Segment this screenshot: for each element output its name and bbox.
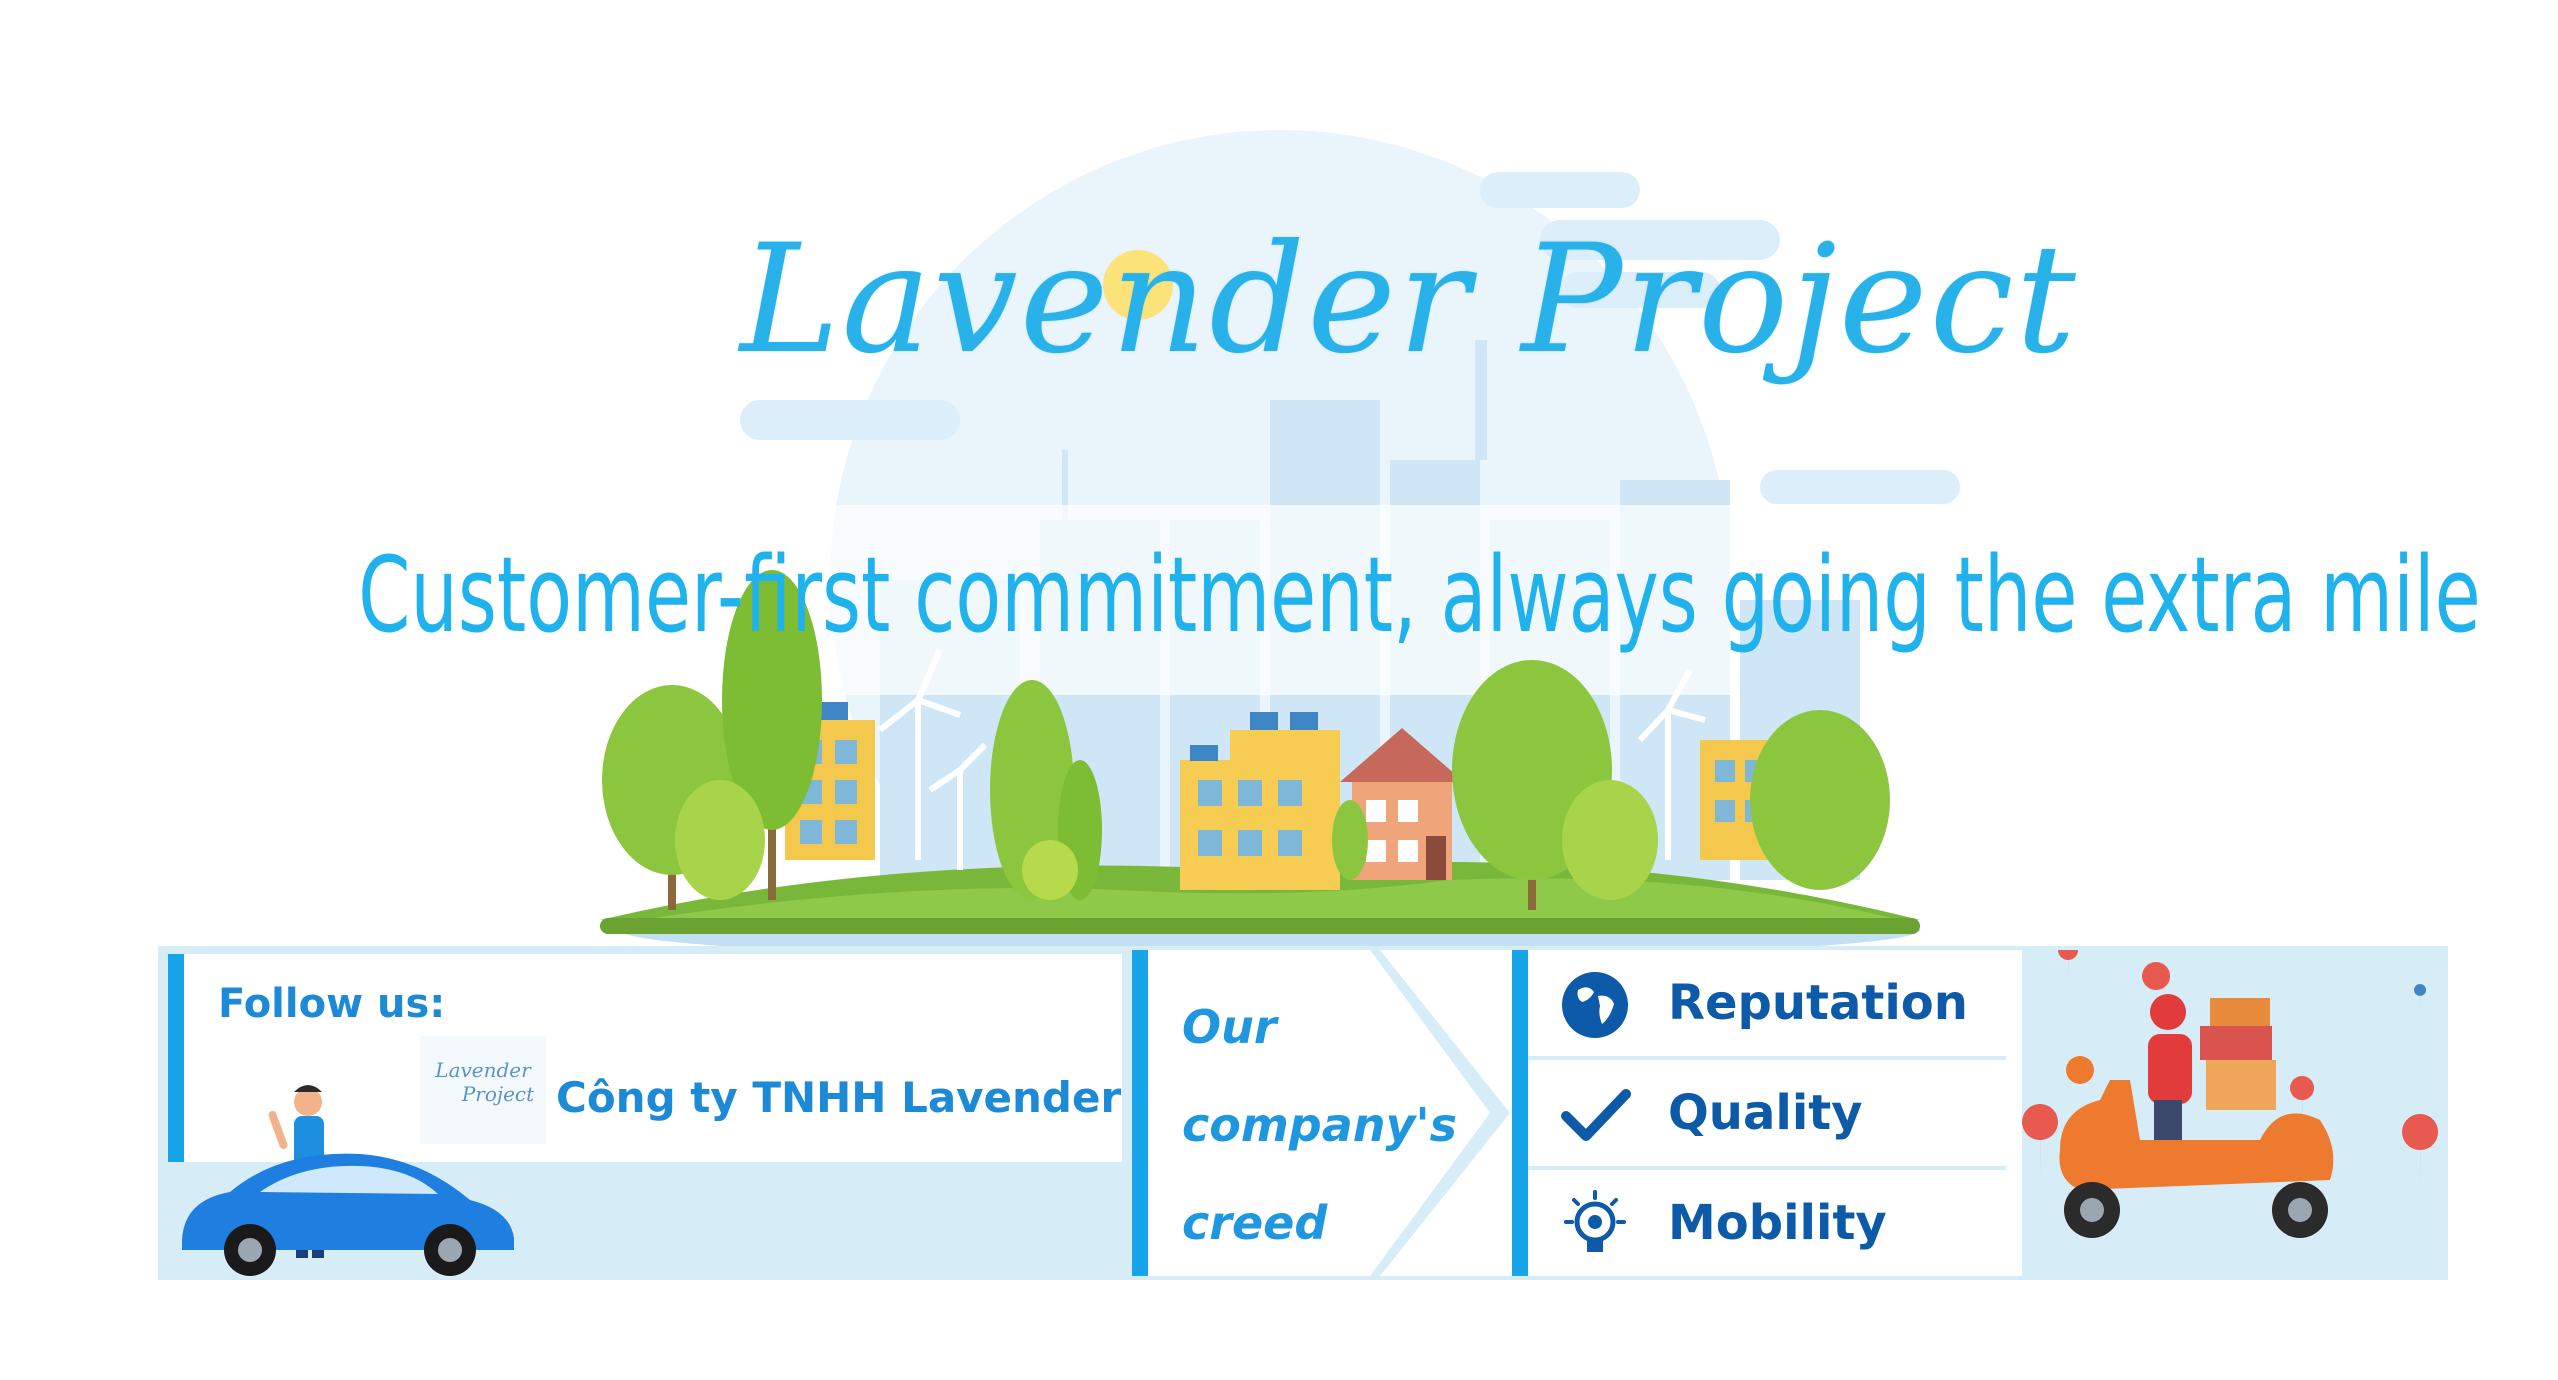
car-person-illustration <box>182 1085 514 1276</box>
globe-icon <box>1562 972 1628 1038</box>
creed-line3: creed <box>1182 1196 1328 1250</box>
slogan: Customer-first commitment, always going … <box>358 534 2481 656</box>
checkmark-icon <box>1561 1089 1631 1141</box>
company-name-link[interactable]: Công ty TNHH Lavender <box>556 1068 1121 1128</box>
follow-label: Follow us: <box>218 981 446 1027</box>
value-row-reputation: Reputation <box>1528 950 2006 1060</box>
creed-line1: Our <box>1182 1000 1277 1054</box>
creed-line2: company's <box>1182 1098 1457 1152</box>
value-label-reputation: Reputation <box>1668 975 1968 1031</box>
delivery-scooter-illustration <box>2022 950 2439 1238</box>
brand-title: Lavender Project <box>740 213 2078 387</box>
value-row-quality: Quality <box>1528 1060 2006 1170</box>
value-label-quality: Quality <box>1668 1085 1863 1141</box>
value-row-mobility: Mobility <box>1528 1170 2006 1276</box>
lightbulb-gear-icon <box>1564 1190 1626 1252</box>
value-label-mobility: Mobility <box>1668 1195 1887 1251</box>
creed-heading: Our company's creed <box>1182 978 1502 1272</box>
